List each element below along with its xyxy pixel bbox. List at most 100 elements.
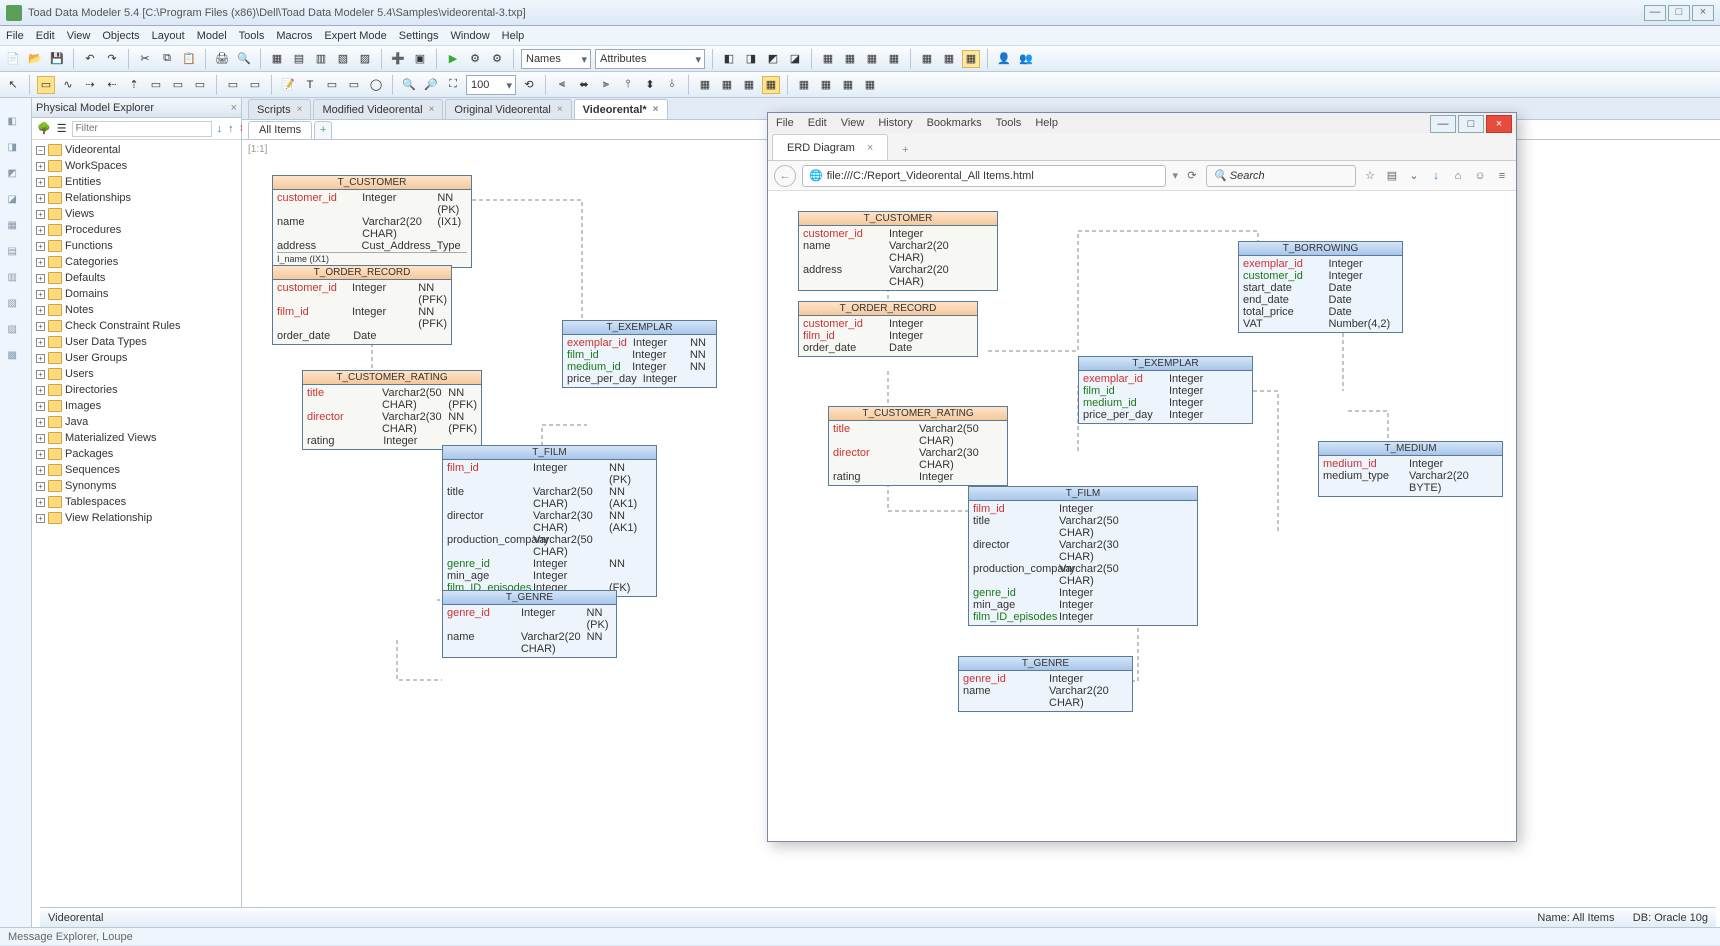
zoom-fit-icon[interactable]: ⛶ [444,76,462,94]
toolbar-icon[interactable]: ▦ [841,50,859,68]
align-right-icon[interactable]: ⫸ [597,76,615,94]
entity-t_genre[interactable]: T_GENREgenre_idIntegerNN (PK)nameVarchar… [442,590,617,658]
menu-help[interactable]: Help [502,26,525,45]
clipboard-icon[interactable]: ▤ [1384,169,1400,182]
browser-window[interactable]: FileEditViewHistoryBookmarksToolsHelp — … [767,112,1517,842]
up-icon[interactable]: ↑ [227,120,235,138]
tree-node-tablespaces[interactable]: +Tablespaces [32,494,241,510]
tree-node-directories[interactable]: +Directories [32,382,241,398]
toolbar-icon[interactable]: ◪ [786,50,804,68]
tree-node-view-relationship[interactable]: +View Relationship [32,510,241,526]
toolbar-icon[interactable]: ▦ [962,50,980,68]
browser-menu-help[interactable]: Help [1035,117,1058,129]
entity-t_exemplar[interactable]: T_EXEMPLARexemplar_idIntegerNNfilm_idInt… [562,320,717,388]
tree-node-notes[interactable]: +Notes [32,302,241,318]
new-icon[interactable]: 📄 [4,50,22,68]
toolbar-icon[interactable]: ▥ [312,50,330,68]
gutter-icon[interactable]: ◪ [8,194,24,210]
tree-node-defaults[interactable]: +Defaults [32,270,241,286]
toolbar-icon[interactable]: ◩ [764,50,782,68]
align-top-icon[interactable]: ⫯ [619,76,637,94]
reload-icon[interactable]: ⟳ [1184,169,1200,182]
menu-icon[interactable]: ≡ [1494,170,1510,182]
copy-icon[interactable]: ⧉ [158,50,176,68]
browser-canvas[interactable]: T_CUSTOMERcustomer_idIntegernameVarchar2… [768,191,1516,841]
tree-node-entities[interactable]: +Entities [32,174,241,190]
tool-icon[interactable]: ▭ [246,76,264,94]
tool-icon[interactable]: ▭ [323,76,341,94]
minimize-button[interactable]: — [1644,5,1666,21]
undo-icon[interactable]: ↶ [81,50,99,68]
run-icon[interactable]: ▶ [444,50,462,68]
gutter-icon[interactable]: ▩ [8,350,24,366]
tool-icon[interactable]: ▭ [191,76,209,94]
redo-icon[interactable]: ↷ [103,50,121,68]
gutter-icon[interactable]: ◧ [8,116,24,132]
back-icon[interactable]: ← [774,165,796,187]
paste-icon[interactable]: 📋 [180,50,198,68]
chat-icon[interactable]: ☺ [1472,170,1488,182]
toolbar-icon[interactable]: ▦ [268,50,286,68]
tree-node-workspaces[interactable]: +WorkSpaces [32,158,241,174]
explorer-tree[interactable]: −Videorental+WorkSpaces+Entities+Relatio… [32,140,241,927]
browser-menu-tools[interactable]: Tools [996,117,1022,129]
doctab-scripts[interactable]: Scripts× [248,99,311,119]
toolbar-icon[interactable]: ▦ [940,50,958,68]
tool-icon[interactable]: ⇢ [81,76,99,94]
menu-window[interactable]: Window [451,26,490,45]
tree-node-sequences[interactable]: +Sequences [32,462,241,478]
toolbar-icon[interactable]: ⚙ [466,50,484,68]
toolbar-icon[interactable]: ▦ [885,50,903,68]
tool-icon[interactable]: ▦ [817,76,835,94]
gutter-icon[interactable]: ▨ [8,324,24,340]
align-bottom-icon[interactable]: ⫰ [663,76,681,94]
menu-layout[interactable]: Layout [152,26,185,45]
search-input[interactable]: 🔍 Search [1206,165,1356,187]
doctab-modified-videorental[interactable]: Modified Videorental× [313,99,443,119]
tool-icon[interactable]: ▭ [224,76,242,94]
pointer-icon[interactable]: ↖ [4,76,22,94]
cut-icon[interactable]: ✂ [136,50,154,68]
tree-node-views[interactable]: +Views [32,206,241,222]
toolbar-icon[interactable]: ▦ [819,50,837,68]
tool-icon[interactable]: ▭ [147,76,165,94]
note-icon[interactable]: 📝 [279,76,297,94]
url-field[interactable]: 🌐 file:///C:/Report_Videorental_All Item… [802,165,1166,187]
entity-t_customer_rating[interactable]: T_CUSTOMER_RATINGtitleVarchar2(50 CHAR)d… [828,406,1008,486]
pocket-icon[interactable]: ⌄ [1406,169,1422,182]
toolbar-icon[interactable]: ▨ [356,50,374,68]
tool-icon[interactable]: ▦ [740,76,758,94]
text-tool-icon[interactable]: T [301,76,319,94]
print-icon[interactable]: 🖨 [213,50,231,68]
menu-view[interactable]: View [67,26,91,45]
toolbar-icon[interactable]: ◨ [742,50,760,68]
tree-node-domains[interactable]: +Domains [32,286,241,302]
entity-t_borrowing[interactable]: T_BORROWINGexemplar_idIntegercustomer_id… [1238,241,1403,333]
add-icon[interactable]: ➕ [389,50,407,68]
entity-t_film[interactable]: T_FILMfilm_idIntegerNN (PK)titleVarchar2… [442,445,657,597]
toolbar-icon[interactable]: ◧ [720,50,738,68]
tool-icon[interactable]: ⟲ [520,76,538,94]
browser-minimize-button[interactable]: — [1430,115,1456,133]
align-middle-icon[interactable]: ⬍ [641,76,659,94]
zoom-in-icon[interactable]: 🔍 [400,76,418,94]
tab-close-icon[interactable]: × [653,100,659,119]
attributes-combo[interactable]: Attributes [595,49,705,69]
entity-tool-icon[interactable]: ▭ [37,76,55,94]
tool-icon[interactable]: ▦ [718,76,736,94]
download-icon[interactable]: ↓ [1428,170,1444,182]
menu-macros[interactable]: Macros [276,26,312,45]
menu-edit[interactable]: Edit [36,26,55,45]
browser-maximize-button[interactable]: □ [1458,115,1484,133]
browser-menu-file[interactable]: File [776,117,794,129]
down-icon[interactable]: ↓ [216,120,224,138]
entity-t_order_record[interactable]: T_ORDER_RECORDcustomer_idIntegerNN (PFK)… [272,265,452,345]
browser-tab-erd[interactable]: ERD Diagram × [772,134,888,160]
gutter-icon[interactable]: ▤ [8,246,24,262]
close-button[interactable]: × [1692,5,1714,21]
toolbar-icon[interactable]: ▧ [334,50,352,68]
entity-t_order_record[interactable]: T_ORDER_RECORDcustomer_idIntegerfilm_idI… [798,301,978,357]
tool-icon[interactable]: ▦ [861,76,879,94]
browser-newtab-button[interactable]: + [892,140,918,160]
entity-t_genre[interactable]: T_GENREgenre_idIntegernameVarchar2(20 CH… [958,656,1133,712]
